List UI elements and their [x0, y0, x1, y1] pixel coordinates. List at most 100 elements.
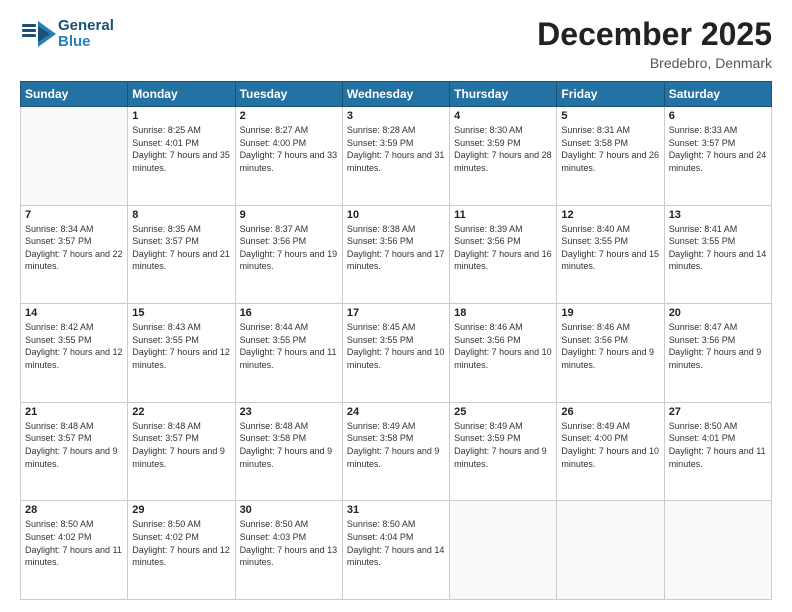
day-info: Sunrise: 8:49 AMSunset: 3:58 PMDaylight:…	[347, 420, 445, 470]
day-number: 31	[347, 504, 445, 516]
location-subtitle: Bredebro, Denmark	[537, 55, 772, 71]
table-row: 16 Sunrise: 8:44 AMSunset: 3:55 PMDayligh…	[235, 304, 342, 403]
calendar-week-row: 1 Sunrise: 8:25 AMSunset: 4:01 PMDaylight…	[21, 107, 772, 206]
day-number: 17	[347, 307, 445, 319]
day-number: 12	[561, 209, 659, 221]
day-number: 13	[669, 209, 767, 221]
day-number: 5	[561, 110, 659, 122]
day-number: 26	[561, 406, 659, 418]
day-info: Sunrise: 8:25 AMSunset: 4:01 PMDaylight:…	[132, 124, 230, 174]
logo-line1: General	[58, 18, 114, 35]
calendar-header-row: Sunday Monday Tuesday Wednesday Thursday…	[21, 82, 772, 107]
day-number: 2	[240, 110, 338, 122]
header-monday: Monday	[128, 82, 235, 107]
day-info: Sunrise: 8:28 AMSunset: 3:59 PMDaylight:…	[347, 124, 445, 174]
table-row: 21Sunrise: 8:48 AMSunset: 3:57 PMDayligh…	[21, 402, 128, 501]
day-info: Sunrise: 8:38 AMSunset: 3:56 PMDaylight:…	[347, 223, 445, 273]
day-number: 1	[132, 110, 230, 122]
table-row: 22 Sunrise: 8:48 AMSunset: 3:57 PMDayligh…	[128, 402, 235, 501]
table-row: 9 Sunrise: 8:37 AMSunset: 3:56 PMDaylight…	[235, 205, 342, 304]
day-info: Sunrise: 8:50 AMSunset: 4:02 PMDaylight:…	[132, 518, 230, 568]
table-row: 1 Sunrise: 8:25 AMSunset: 4:01 PMDaylight…	[128, 107, 235, 206]
day-info: Sunrise: 8:50 AMSunset: 4:02 PMDaylight:…	[25, 518, 123, 568]
table-row: 4 Sunrise: 8:30 AMSunset: 3:59 PMDaylight…	[450, 107, 557, 206]
table-row: 10 Sunrise: 8:38 AMSunset: 3:56 PMDayligh…	[342, 205, 449, 304]
header-thursday: Thursday	[450, 82, 557, 107]
table-row: 6 Sunrise: 8:33 AMSunset: 3:57 PMDaylight…	[664, 107, 771, 206]
day-info: Sunrise: 8:43 AMSunset: 3:55 PMDaylight:…	[132, 321, 230, 371]
table-row: 18Sunrise: 8:46 AMSunset: 3:56 PMDayligh…	[450, 304, 557, 403]
table-row: 13 Sunrise: 8:41 AMSunset: 3:55 PMDayligh…	[664, 205, 771, 304]
header-sunday: Sunday	[21, 82, 128, 107]
day-info: Sunrise: 8:48 AMSunset: 3:57 PMDaylight:…	[132, 420, 230, 470]
calendar-week-row: 28 Sunrise: 8:50 AMSunset: 4:02 PMDayligh…	[21, 501, 772, 600]
day-info: Sunrise: 8:45 AMSunset: 3:55 PMDaylight:…	[347, 321, 445, 371]
day-info: Sunrise: 8:37 AMSunset: 3:56 PMDaylight:…	[240, 223, 338, 273]
day-number: 19	[561, 307, 659, 319]
day-number: 24	[347, 406, 445, 418]
day-info: Sunrise: 8:50 AMSunset: 4:04 PMDaylight:…	[347, 518, 445, 568]
table-row: 29 Sunrise: 8:50 AMSunset: 4:02 PMDayligh…	[128, 501, 235, 600]
day-number: 20	[669, 307, 767, 319]
table-row: 14Sunrise: 8:42 AMSunset: 3:55 PMDayligh…	[21, 304, 128, 403]
day-info: Sunrise: 8:30 AMSunset: 3:59 PMDaylight:…	[454, 124, 552, 174]
table-row: 3 Sunrise: 8:28 AMSunset: 3:59 PMDaylight…	[342, 107, 449, 206]
day-info: Sunrise: 8:48 AMSunset: 3:58 PMDaylight:…	[240, 420, 338, 470]
day-number: 15	[132, 307, 230, 319]
day-number: 7	[25, 209, 123, 221]
day-info: Sunrise: 8:49 AMSunset: 4:00 PMDaylight:…	[561, 420, 659, 470]
day-number: 25	[454, 406, 552, 418]
day-number: 27	[669, 406, 767, 418]
table-row: 30Sunrise: 8:50 AMSunset: 4:03 PMDayligh…	[235, 501, 342, 600]
logo-line2: Blue	[58, 34, 114, 51]
day-number: 10	[347, 209, 445, 221]
day-info: Sunrise: 8:50 AMSunset: 4:01 PMDaylight:…	[669, 420, 767, 470]
table-row: 17 Sunrise: 8:45 AMSunset: 3:55 PMDayligh…	[342, 304, 449, 403]
day-info: Sunrise: 8:47 AMSunset: 3:56 PMDaylight:…	[669, 321, 767, 371]
table-row: 2Sunrise: 8:27 AMSunset: 4:00 PMDaylight…	[235, 107, 342, 206]
day-number: 9	[240, 209, 338, 221]
table-row	[557, 501, 664, 600]
table-row: 11Sunrise: 8:39 AMSunset: 3:56 PMDayligh…	[450, 205, 557, 304]
table-row: 28 Sunrise: 8:50 AMSunset: 4:02 PMDayligh…	[21, 501, 128, 600]
month-title: December 2025	[537, 16, 772, 53]
day-number: 16	[240, 307, 338, 319]
day-number: 6	[669, 110, 767, 122]
day-info: Sunrise: 8:41 AMSunset: 3:55 PMDaylight:…	[669, 223, 767, 273]
table-row: 25 Sunrise: 8:49 AMSunset: 3:59 PMDayligh…	[450, 402, 557, 501]
day-number: 29	[132, 504, 230, 516]
calendar-table: Sunday Monday Tuesday Wednesday Thursday…	[20, 81, 772, 600]
day-number: 23	[240, 406, 338, 418]
logo-icon	[20, 16, 56, 52]
table-row: 19 Sunrise: 8:46 AMSunset: 3:56 PMDayligh…	[557, 304, 664, 403]
header-tuesday: Tuesday	[235, 82, 342, 107]
table-row: 15 Sunrise: 8:43 AMSunset: 3:55 PMDayligh…	[128, 304, 235, 403]
day-info: Sunrise: 8:44 AMSunset: 3:55 PMDaylight:…	[240, 321, 338, 371]
day-info: Sunrise: 8:34 AMSunset: 3:57 PMDaylight:…	[25, 223, 123, 273]
table-row	[664, 501, 771, 600]
day-info: Sunrise: 8:33 AMSunset: 3:57 PMDaylight:…	[669, 124, 767, 174]
table-row: 27 Sunrise: 8:50 AMSunset: 4:01 PMDayligh…	[664, 402, 771, 501]
table-row: 24 Sunrise: 8:49 AMSunset: 3:58 PMDayligh…	[342, 402, 449, 501]
table-row: 26 Sunrise: 8:49 AMSunset: 4:00 PMDayligh…	[557, 402, 664, 501]
header-wednesday: Wednesday	[342, 82, 449, 107]
day-info: Sunrise: 8:49 AMSunset: 3:59 PMDaylight:…	[454, 420, 552, 470]
day-number: 21	[25, 406, 123, 418]
day-number: 18	[454, 307, 552, 319]
table-row: 12 Sunrise: 8:40 AMSunset: 3:55 PMDayligh…	[557, 205, 664, 304]
table-row: 8Sunrise: 8:35 AMSunset: 3:57 PMDaylight…	[128, 205, 235, 304]
table-row	[21, 107, 128, 206]
day-number: 11	[454, 209, 552, 221]
day-info: Sunrise: 8:40 AMSunset: 3:55 PMDaylight:…	[561, 223, 659, 273]
day-info: Sunrise: 8:35 AMSunset: 3:57 PMDaylight:…	[132, 223, 230, 273]
day-number: 4	[454, 110, 552, 122]
day-info: Sunrise: 8:46 AMSunset: 3:56 PMDaylight:…	[561, 321, 659, 371]
table-row: 23 Sunrise: 8:48 AMSunset: 3:58 PMDayligh…	[235, 402, 342, 501]
day-number: 22	[132, 406, 230, 418]
day-number: 28	[25, 504, 123, 516]
day-number: 30	[240, 504, 338, 516]
header-friday: Friday	[557, 82, 664, 107]
day-number: 3	[347, 110, 445, 122]
table-row	[450, 501, 557, 600]
day-info: Sunrise: 8:31 AMSunset: 3:58 PMDaylight:…	[561, 124, 659, 174]
